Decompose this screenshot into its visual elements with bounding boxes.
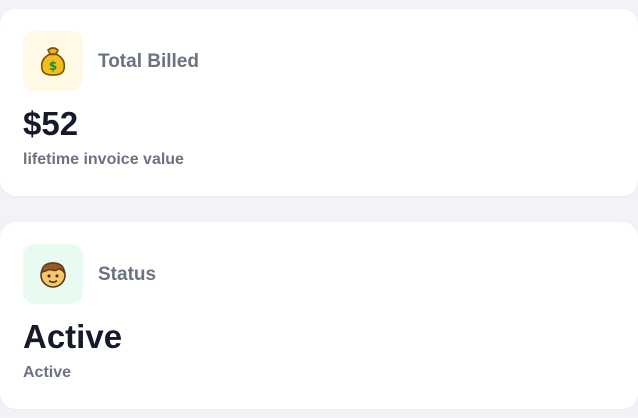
- person-icon: [23, 244, 83, 304]
- card-value: $52: [23, 105, 79, 142]
- card-value: Active: [23, 318, 123, 355]
- status-card: Status Active Active: [0, 222, 638, 409]
- money-bag-icon: $: [23, 31, 83, 91]
- card-title: Status: [98, 264, 157, 285]
- card-title: Total Billed: [98, 51, 199, 72]
- total-billed-card: $ Total Billed $52 lifetime invoice valu…: [0, 9, 638, 196]
- card-subtitle: Active: [23, 364, 72, 381]
- card-subtitle: lifetime invoice value: [23, 151, 184, 168]
- svg-text:$: $: [49, 59, 57, 73]
